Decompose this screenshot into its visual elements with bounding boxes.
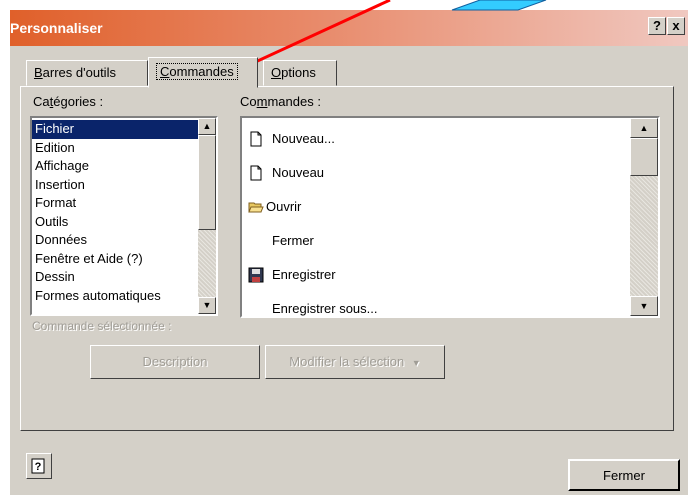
category-item[interactable]: Edition <box>32 139 198 158</box>
modify-selection-label: Modifier la sélection <box>289 354 405 369</box>
command-label: Nouveau <box>272 165 325 180</box>
window-title: Personnaliser <box>10 20 103 36</box>
category-item[interactable]: Fenêtre et Aide (?) <box>32 250 198 269</box>
command-item[interactable]: Enregistrer <box>242 258 632 292</box>
command-label: Fermer <box>272 233 314 248</box>
command-item[interactable]: Ouvrir <box>242 190 632 224</box>
commands-label: Commandes : <box>240 94 321 109</box>
tab-toolbars-label: arres d'outils <box>42 65 116 80</box>
categories-listbox[interactable]: Fichier Edition Affichage Insertion Form… <box>30 116 218 316</box>
help-icon: ? <box>31 458 45 474</box>
category-item[interactable]: Dessin <box>32 268 198 287</box>
category-item[interactable]: Affichage <box>32 157 198 176</box>
category-item[interactable]: Outils <box>32 213 198 232</box>
tab-options[interactable]: Options <box>263 60 337 86</box>
svg-text:?: ? <box>35 461 42 473</box>
save-disk-icon <box>248 267 264 283</box>
new-document-icon <box>250 131 262 147</box>
commands-listbox[interactable]: Nouveau... Nouveau Ouvrir Fermer Enregis… <box>240 116 660 318</box>
tab-toolbars[interactable]: Barres d'outils <box>26 60 148 86</box>
modify-selection-button[interactable]: Modifier la sélection ▼ <box>265 345 445 379</box>
commands-label-pre: Co <box>240 94 257 109</box>
category-item[interactable]: Insertion <box>32 176 198 195</box>
command-label: Nouveau... <box>272 131 335 146</box>
category-item[interactable]: Format <box>32 194 198 213</box>
categories-label-post: égories : <box>53 94 104 109</box>
title-close-button[interactable]: x <box>667 17 685 35</box>
tab-options-accel: O <box>271 65 282 80</box>
command-label: Enregistrer sous... <box>272 301 378 316</box>
help-button[interactable]: ? <box>26 453 52 479</box>
categories-label: Catégories : <box>33 94 103 109</box>
dropdown-arrow-icon: ▼ <box>411 358 421 368</box>
category-item[interactable]: Fichier <box>32 120 198 139</box>
command-item[interactable]: Nouveau <box>242 156 632 190</box>
scroll-thumb[interactable] <box>198 135 216 230</box>
tab-commands[interactable]: Commandes <box>148 57 258 88</box>
selected-command-label: Commande sélectionnée : <box>32 319 172 333</box>
command-item[interactable]: Fermer <box>242 224 632 258</box>
categories-list: Fichier Edition Affichage Insertion Form… <box>32 120 198 305</box>
scroll-down-arrow-icon[interactable]: ▼ <box>630 296 658 316</box>
commands-scrollbar[interactable]: ▲ ▼ <box>630 118 658 316</box>
commands-label-post: mandes : <box>267 94 321 109</box>
title-help-button[interactable]: ? <box>648 17 666 35</box>
category-item[interactable]: Données <box>32 231 198 250</box>
categories-scrollbar[interactable]: ▲ ▼ <box>198 118 216 314</box>
scroll-down-arrow-icon[interactable]: ▼ <box>198 297 216 314</box>
title-bar <box>10 10 688 46</box>
tab-commands-label: ommandes <box>169 64 234 79</box>
tab-toolbars-accel: B <box>34 65 43 80</box>
command-item[interactable]: Nouveau... <box>242 122 632 156</box>
commands-list: Nouveau... Nouveau Ouvrir Fermer Enregis… <box>242 122 632 326</box>
tab-commands-accel: C <box>160 64 170 79</box>
commands-label-accel: m <box>256 94 268 109</box>
scroll-up-arrow-icon[interactable]: ▲ <box>198 118 216 135</box>
tab-options-label: ptions <box>281 65 316 80</box>
category-item[interactable]: Formes automatiques <box>32 287 198 306</box>
command-item[interactable]: Enregistrer sous... <box>242 292 632 326</box>
description-button[interactable]: Description <box>90 345 260 379</box>
new-document-icon <box>250 165 262 181</box>
annotation-parallelogram <box>451 0 547 11</box>
command-label: Enregistrer <box>272 267 336 282</box>
categories-label-pre: Ca <box>33 94 50 109</box>
close-button[interactable]: Fermer <box>568 459 680 491</box>
scroll-up-arrow-icon[interactable]: ▲ <box>630 118 658 138</box>
open-folder-icon <box>248 202 264 213</box>
scroll-thumb[interactable] <box>630 138 658 176</box>
command-label: Ouvrir <box>266 199 302 214</box>
